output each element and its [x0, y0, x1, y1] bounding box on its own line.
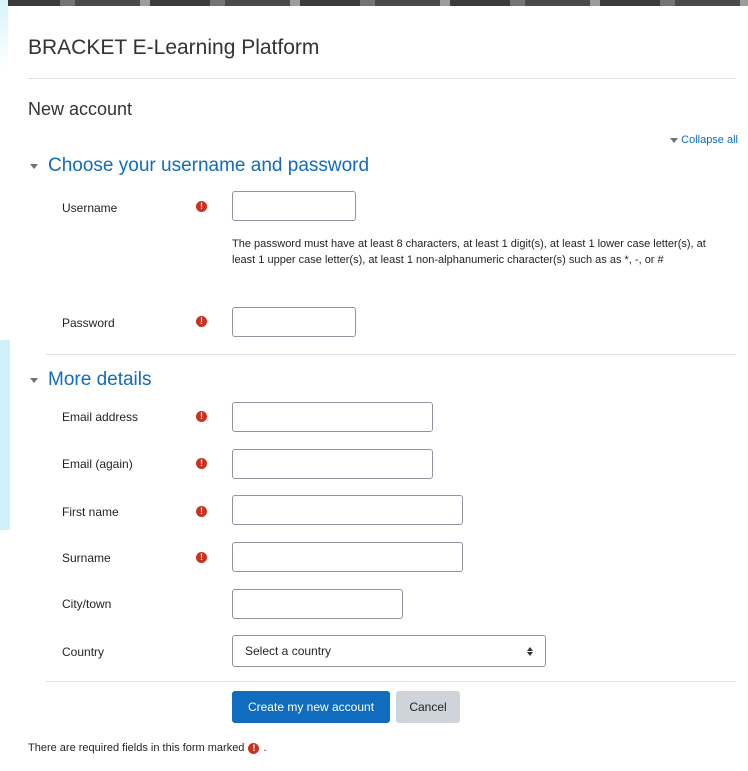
section-divider: [46, 354, 736, 355]
email-input[interactable]: [232, 402, 433, 432]
required-fields-note-end: .: [263, 742, 267, 754]
email-again-input[interactable]: [232, 449, 433, 479]
required-fields-note-text: There are required fields in this form m…: [28, 742, 245, 754]
required-icon: !: [196, 506, 207, 517]
firstname-label: First name: [62, 505, 119, 519]
country-select-value: Select a country: [245, 644, 332, 658]
create-account-button[interactable]: Create my new account: [232, 691, 390, 723]
required-icon: !: [248, 742, 260, 754]
country-select[interactable]: Select a country: [232, 635, 546, 667]
sort-updown-icon: [527, 646, 533, 656]
site-title: BRACKET E-Learning Platform: [28, 36, 320, 59]
section-toggle-more-details[interactable]: More details: [30, 369, 152, 391]
password-policy-text: The password must have at least 8 charac…: [232, 238, 706, 266]
page-heading: New account: [28, 99, 133, 119]
required-icon: !: [196, 411, 207, 422]
firstname-input[interactable]: [232, 495, 463, 525]
required-icon: !: [196, 552, 207, 563]
form-actions-divider: [46, 681, 736, 682]
city-input[interactable]: [232, 589, 403, 619]
cancel-button[interactable]: Cancel: [396, 691, 460, 723]
password-input[interactable]: [232, 307, 356, 337]
decorative-accent-top: [0, 0, 8, 70]
required-icon: !: [196, 201, 207, 212]
required-icon: !: [196, 458, 207, 469]
signup-page: BRACKET E-Learning Platform New account …: [0, 0, 748, 771]
surname-input[interactable]: [232, 542, 463, 572]
caret-down-icon: [30, 163, 38, 169]
section-title-more-details: More details: [48, 369, 152, 390]
email-again-label: Email (again): [62, 457, 133, 471]
surname-label: Surname: [62, 551, 111, 565]
collapse-all-link[interactable]: Collapse all: [670, 134, 738, 146]
decorative-accent-left: [0, 340, 10, 530]
section-toggle-username-password[interactable]: Choose your username and password: [30, 155, 369, 177]
password-label: Password: [62, 316, 115, 330]
caret-down-icon: [670, 137, 679, 143]
required-icon: !: [196, 316, 207, 327]
country-label: Country: [62, 645, 105, 659]
city-label: City/town: [62, 597, 112, 611]
username-label: Username: [62, 201, 118, 215]
top-banner-strip: [0, 0, 748, 6]
caret-down-icon: [30, 377, 38, 383]
username-input[interactable]: [232, 191, 356, 221]
section-title-username-password: Choose your username and password: [48, 155, 370, 176]
required-fields-note: There are required fields in this form m…: [28, 742, 267, 754]
collapse-all-label: Collapse all: [681, 134, 738, 146]
header-divider: [28, 78, 736, 79]
email-label: Email address: [62, 410, 139, 424]
